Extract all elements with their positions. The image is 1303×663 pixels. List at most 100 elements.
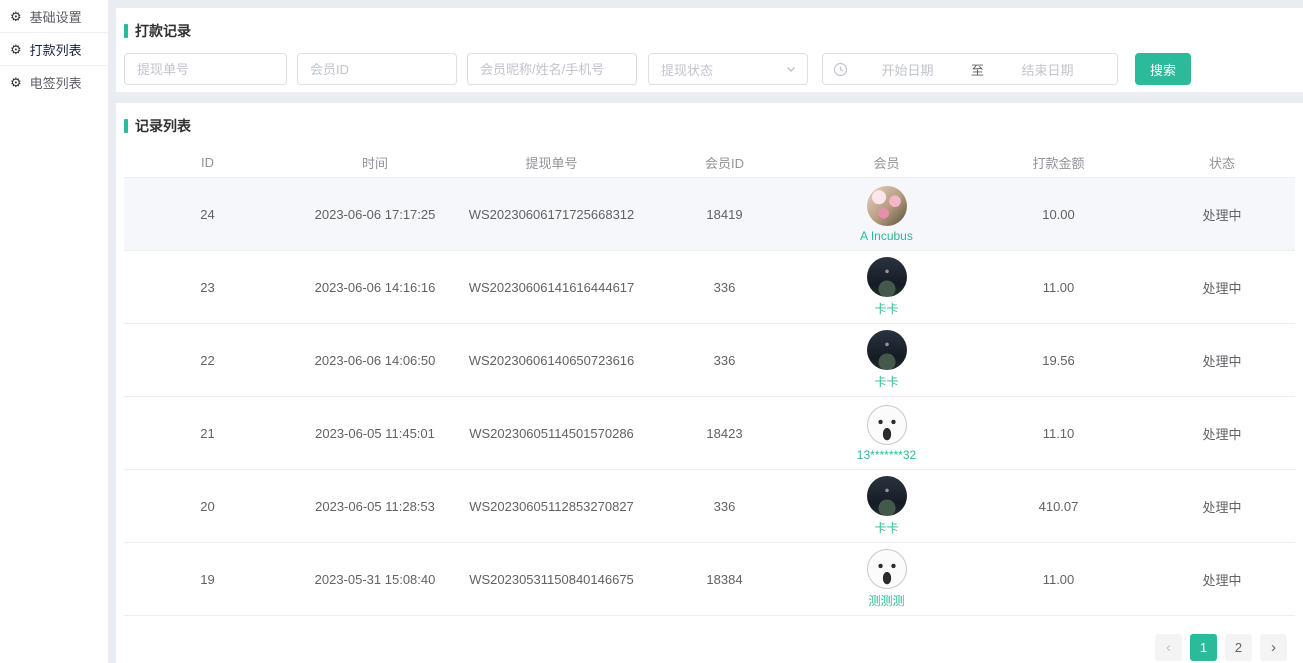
col-header-member: 会员	[805, 153, 968, 172]
member-cell: 卡卡	[805, 330, 968, 390]
filter-row: 提现状态 开始日期 至 结束日期 搜索	[124, 53, 1295, 85]
main-content: 打款记录 提现状态 开始日期 至 结束日期 搜索	[116, 0, 1303, 663]
member-name-link[interactable]: 13*******32	[857, 448, 916, 462]
table-row[interactable]: 23 2023-06-06 14:16:16 WS202306061416164…	[124, 251, 1295, 324]
pagination: ‹ 1 2 ›	[124, 634, 1295, 661]
panel-title-text: 打款记录	[135, 21, 191, 41]
title-accent-bar	[124, 24, 128, 38]
member-avatar	[867, 476, 907, 516]
cell-member-id: 18423	[644, 426, 805, 441]
cell-id: 19	[124, 572, 291, 587]
cell-amount: 10.00	[968, 207, 1149, 222]
panel-title-text: 记录列表	[135, 116, 191, 136]
member-avatar	[867, 405, 907, 445]
table-row[interactable]: 24 2023-06-06 17:17:25 WS202306061717256…	[124, 178, 1295, 251]
cell-order-no: WS20230605112853270827	[459, 499, 644, 514]
gear-icon: ⚙	[10, 76, 22, 89]
cell-time: 2023-06-05 11:28:53	[291, 499, 459, 514]
panel-title: 记录列表	[124, 116, 1295, 136]
member-cell: 13*******32	[805, 405, 968, 462]
cell-id: 23	[124, 280, 291, 295]
col-header-time: 时间	[291, 153, 459, 172]
member-avatar	[867, 257, 907, 297]
cell-time: 2023-06-06 17:17:25	[291, 207, 459, 222]
sidebar-item-payment-list[interactable]: ⚙ 打款列表	[0, 33, 108, 66]
cell-time: 2023-06-06 14:06:50	[291, 353, 459, 368]
table-row[interactable]: 19 2023-05-31 15:08:40 WS202305311508401…	[124, 543, 1295, 616]
member-name-link[interactable]: 卡卡	[874, 300, 898, 317]
cell-status: 处理中	[1149, 570, 1295, 589]
pagination-prev-button[interactable]: ‹	[1155, 634, 1182, 661]
member-info-input[interactable]	[467, 53, 637, 85]
cell-member-id: 336	[644, 353, 805, 368]
member-name-link[interactable]: 卡卡	[874, 373, 898, 390]
cell-member-id: 336	[644, 280, 805, 295]
sidebar-item-label: 电签列表	[30, 73, 82, 92]
cell-member-id: 336	[644, 499, 805, 514]
start-date-placeholder: 开始日期	[848, 60, 967, 79]
cell-time: 2023-06-06 14:16:16	[291, 280, 459, 295]
cell-status: 处理中	[1149, 278, 1295, 297]
cell-id: 21	[124, 426, 291, 441]
clock-icon	[833, 62, 848, 77]
cell-order-no: WS20230605114501570286	[459, 426, 644, 441]
gear-icon: ⚙	[10, 43, 22, 56]
cell-status: 处理中	[1149, 497, 1295, 516]
member-cell: 卡卡	[805, 476, 968, 536]
cell-id: 20	[124, 499, 291, 514]
col-header-status: 状态	[1149, 153, 1295, 172]
cell-time: 2023-05-31 15:08:40	[291, 572, 459, 587]
payment-records-panel: 打款记录 提现状态 开始日期 至 结束日期 搜索	[116, 8, 1303, 92]
cell-id: 22	[124, 353, 291, 368]
withdraw-status-select[interactable]: 提现状态	[648, 53, 808, 85]
title-accent-bar	[124, 119, 128, 133]
record-list-panel: 记录列表 ID 时间 提现单号 会员ID 会员 打款金额 状态 24 2023-…	[116, 103, 1303, 663]
member-avatar	[867, 549, 907, 589]
chevron-right-icon: ›	[1271, 640, 1276, 655]
cell-member-id: 18384	[644, 572, 805, 587]
cell-order-no: WS20230606171725668312	[459, 207, 644, 222]
sidebar-item-label: 基础设置	[30, 7, 82, 26]
table-row[interactable]: 22 2023-06-06 14:06:50 WS202306061406507…	[124, 324, 1295, 397]
pagination-page-1[interactable]: 1	[1190, 634, 1217, 661]
cell-order-no: WS20230606141616444617	[459, 280, 644, 295]
withdraw-order-no-input[interactable]	[124, 53, 287, 85]
member-avatar	[867, 186, 907, 226]
pagination-next-button[interactable]: ›	[1260, 634, 1287, 661]
table-row[interactable]: 21 2023-06-05 11:45:01 WS202306051145015…	[124, 397, 1295, 470]
cell-order-no: WS20230606140650723616	[459, 353, 644, 368]
chevron-down-icon	[785, 63, 797, 75]
cell-amount: 11.10	[968, 426, 1149, 441]
member-cell: A Incubus	[805, 186, 968, 243]
member-cell: 测测测	[805, 549, 968, 609]
table-header-row: ID 时间 提现单号 会员ID 会员 打款金额 状态	[124, 148, 1295, 178]
sidebar-item-esign-list[interactable]: ⚙ 电签列表	[0, 66, 108, 99]
member-name-link[interactable]: A Incubus	[860, 229, 913, 243]
col-header-member-id: 会员ID	[644, 153, 805, 172]
cell-member-id: 18419	[644, 207, 805, 222]
sidebar-item-basic-settings[interactable]: ⚙ 基础设置	[0, 0, 108, 33]
member-cell: 卡卡	[805, 257, 968, 317]
chevron-left-icon: ‹	[1166, 640, 1171, 655]
table-row[interactable]: 20 2023-06-05 11:28:53 WS202306051128532…	[124, 470, 1295, 543]
sidebar: ⚙ 基础设置 ⚙ 打款列表 ⚙ 电签列表	[0, 0, 108, 663]
cell-status: 处理中	[1149, 205, 1295, 224]
end-date-placeholder: 结束日期	[988, 60, 1107, 79]
member-id-input[interactable]	[297, 53, 457, 85]
gear-icon: ⚙	[10, 10, 22, 23]
cell-amount: 19.56	[968, 353, 1149, 368]
pagination-page-2[interactable]: 2	[1225, 634, 1252, 661]
cell-time: 2023-06-05 11:45:01	[291, 426, 459, 441]
cell-id: 24	[124, 207, 291, 222]
cell-amount: 11.00	[968, 572, 1149, 587]
member-name-link[interactable]: 卡卡	[874, 519, 898, 536]
search-button[interactable]: 搜索	[1135, 53, 1191, 85]
member-name-link[interactable]: 测测测	[868, 592, 904, 609]
col-header-order-no: 提现单号	[459, 153, 644, 172]
cell-amount: 11.00	[968, 280, 1149, 295]
sidebar-item-label: 打款列表	[30, 40, 82, 59]
col-header-amount: 打款金额	[968, 153, 1149, 172]
date-separator: 至	[967, 60, 988, 79]
panel-title: 打款记录	[124, 21, 1295, 41]
date-range-picker[interactable]: 开始日期 至 结束日期	[822, 53, 1118, 85]
